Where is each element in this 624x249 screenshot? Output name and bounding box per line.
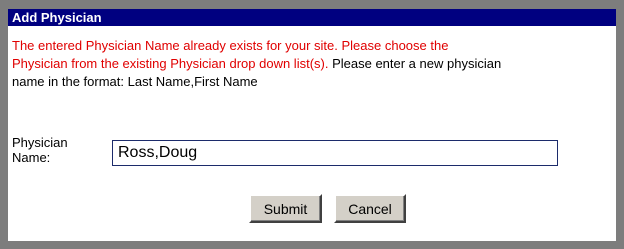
add-physician-dialog: Add Physician The entered Physician Name… bbox=[0, 0, 624, 249]
error-line-1: The entered Physician Name already exist… bbox=[12, 38, 449, 53]
cancel-button[interactable]: Cancel bbox=[334, 194, 406, 223]
label-line-2: Name: bbox=[12, 150, 51, 165]
physician-name-label: Physician Name: bbox=[12, 135, 68, 165]
info-line-3: name in the format: Last Name,First Name bbox=[12, 74, 258, 89]
physician-name-input[interactable] bbox=[112, 140, 558, 166]
dialog-title: Add Physician bbox=[8, 9, 616, 26]
message-block: The entered Physician Name already exist… bbox=[12, 37, 624, 91]
info-line-2: Please enter a new physician bbox=[328, 56, 502, 71]
submit-button[interactable]: Submit bbox=[249, 194, 322, 223]
label-line-1: Physician bbox=[12, 135, 68, 150]
error-line-2: Physician from the existing Physician dr… bbox=[12, 56, 329, 71]
message-line-2: Physician from the existing Physician dr… bbox=[12, 55, 624, 73]
